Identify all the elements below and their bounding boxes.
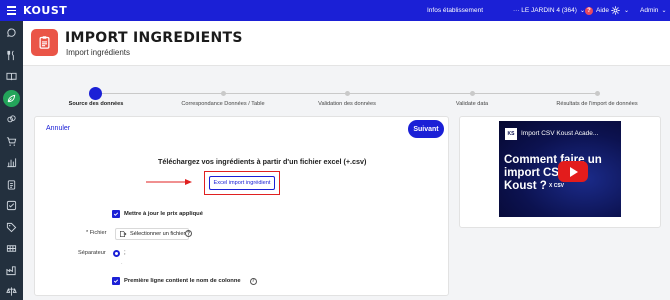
checkmark-icon <box>113 212 119 216</box>
step-dot <box>470 91 475 96</box>
file-upload-icon <box>120 231 127 237</box>
user-menu-label: Admin <box>640 7 659 14</box>
separator-label: Séparateur <box>78 250 106 256</box>
step-label: Correspondance Données / Table <box>181 101 265 107</box>
sidebar-item-inventory[interactable] <box>0 238 23 259</box>
update-price-label: Mettre à jour le prix appliqué <box>124 211 203 217</box>
sidebar-item-recipes[interactable] <box>0 109 23 130</box>
excel-template-button[interactable]: Excel import ingrédient <box>209 176 275 190</box>
gear-icon <box>611 6 620 15</box>
page-subtitle: Import ingrédients <box>66 48 131 57</box>
step-dot <box>595 91 600 96</box>
header-row-checkbox[interactable] <box>112 277 120 285</box>
update-price-checkbox[interactable] <box>112 210 120 218</box>
update-price-option[interactable]: Mettre à jour le prix appliqué <box>112 210 203 218</box>
import-source-card: Annuler Suivant Téléchargez vos ingrédie… <box>34 116 449 296</box>
cart-icon <box>6 137 17 146</box>
step-label: Source des données <box>68 101 124 107</box>
sidebar-item-restaurant[interactable] <box>0 45 23 66</box>
select-file-button[interactable]: Sélectionner un fichier <box>115 228 190 240</box>
sidebar-item-lists[interactable] <box>0 174 23 195</box>
book-icon <box>6 72 17 81</box>
select-file-label: Sélectionner un fichier <box>130 231 186 237</box>
checkmark-icon <box>113 279 119 283</box>
page-title: IMPORT INGREDIENTS <box>65 30 243 46</box>
step-label: Résultats de l'import de données <box>556 101 638 107</box>
file-label: * Fichier <box>86 230 107 236</box>
csv-file-icon: X CSV <box>549 183 565 189</box>
settings-button[interactable]: ⌄ <box>611 0 629 21</box>
header-row-option[interactable]: Première ligne contient le nom de colonn… <box>112 277 257 285</box>
tag-icon <box>6 222 17 233</box>
sidebar <box>0 21 23 300</box>
video-title: Import CSV Koust Acade... <box>521 130 599 137</box>
page-header: IMPORT INGREDIENTS Import ingrédients <box>23 21 670 66</box>
app-logo[interactable]: KOUST <box>23 4 67 17</box>
separator-option[interactable]: . <box>121 260 123 266</box>
import-stepper: Source des données Correspondance Donnée… <box>23 66 670 114</box>
help-icon: ? <box>585 6 593 15</box>
ingredients-icon <box>7 94 16 103</box>
help-circle-icon[interactable]: ? <box>249 277 257 285</box>
sidebar-item-tasks[interactable] <box>0 195 23 216</box>
header-row-label: Première ligne contient le nom de colonn… <box>124 278 241 284</box>
sidebar-item-messages[interactable] <box>0 23 23 44</box>
sidebar-item-labels[interactable] <box>0 217 23 238</box>
sidebar-item-ingredients[interactable] <box>0 88 23 109</box>
step-label: Validate data <box>455 101 489 107</box>
tutorial-video[interactable]: KS Import CSV Koust Acade... Comment fai… <box>499 121 621 217</box>
sidebar-item-reports[interactable] <box>0 152 23 173</box>
next-button[interactable]: Suivant <box>408 120 444 138</box>
factory-icon <box>6 266 16 276</box>
site-selector-label: ··· LE JARDIN 4 (364) <box>513 7 577 14</box>
cancel-button[interactable]: Annuler <box>46 125 70 132</box>
sidebar-item-production[interactable] <box>0 260 23 281</box>
recipe-icon <box>7 115 16 123</box>
site-selector[interactable]: ··· LE JARDIN 4 (364) ⌄ <box>513 0 585 21</box>
step-dot <box>221 91 226 96</box>
help-label: Aide <box>596 7 610 14</box>
tutorial-video-card: KS Import CSV Koust Acade... Comment fai… <box>459 116 661 228</box>
separator-value: ; <box>124 250 126 256</box>
video-channel-logo: KS <box>505 128 517 140</box>
info-establishment-link[interactable]: Infos établissement <box>427 0 483 21</box>
checklist-icon <box>6 200 17 211</box>
chat-bubble-icon <box>7 28 16 37</box>
sidebar-item-catalog[interactable] <box>0 66 23 87</box>
play-button-icon[interactable] <box>558 161 588 182</box>
scale-icon <box>6 287 17 296</box>
arrow-right-icon <box>146 179 192 185</box>
inventory-icon <box>6 245 17 252</box>
menu-icon[interactable] <box>0 0 23 21</box>
chart-icon <box>7 158 17 168</box>
utensils-icon <box>7 50 14 61</box>
step-label: Validation des données <box>318 101 376 107</box>
help-circle-icon[interactable]: ? <box>185 230 192 237</box>
step-dot <box>89 87 102 100</box>
user-menu[interactable]: Admin ⌄ <box>640 0 666 21</box>
help-button[interactable]: ? Aide <box>585 0 609 21</box>
import-clipboard-icon <box>31 29 58 56</box>
separator-radio[interactable] <box>113 250 120 257</box>
top-bar: KOUST Infos établissement ··· LE JARDIN … <box>0 0 670 21</box>
sidebar-item-balance[interactable] <box>0 281 23 300</box>
chevron-down-icon: ⌄ <box>661 8 667 14</box>
download-instructions: Téléchargez vos ingrédients à partir d'u… <box>158 157 367 166</box>
sidebar-item-orders[interactable] <box>0 131 23 152</box>
chevron-down-icon: ⌄ <box>624 8 630 14</box>
clipboard-icon <box>7 180 16 190</box>
step-dot <box>345 91 350 96</box>
